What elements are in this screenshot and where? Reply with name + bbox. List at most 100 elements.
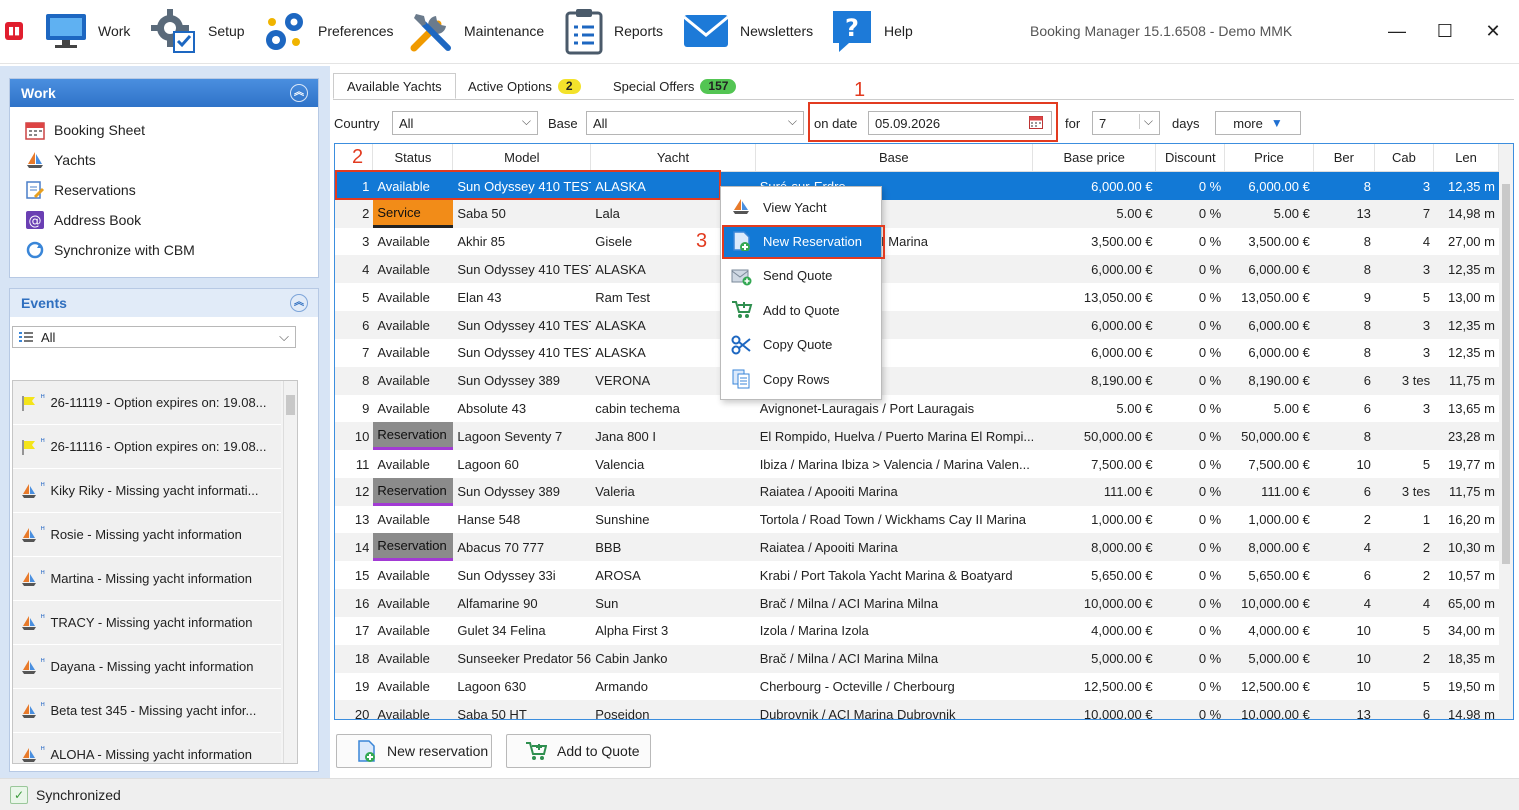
table-row[interactable]: 10 Reservation Lagoon Seventy 7 Jana 800 I E…: [335, 422, 1499, 451]
table-cell: 0 %: [1198, 539, 1222, 555]
nav-address-book[interactable]: @ Address Book: [10, 205, 318, 235]
new-reservation-button[interactable]: New reservation: [336, 734, 492, 768]
table-row[interactable]: 2ServiceSaba 50LalaMarina5.00 €0 %5.00 €…: [335, 199, 1499, 228]
event-item[interactable]: ᴴ Beta test 345 - Missing yacht infor...: [13, 689, 281, 733]
tab-active-options[interactable]: Active Options 2: [455, 73, 594, 99]
context-menu-item[interactable]: View Yacht: [723, 191, 881, 223]
table-row[interactable]: 4AvailableSun Odyssey 410 TESTALASKAGlén…: [335, 255, 1499, 284]
events-filter-select[interactable]: All ⌵: [12, 326, 296, 348]
sailboat-icon: [22, 571, 36, 586]
table-cell: 18: [354, 651, 370, 667]
table-row[interactable]: 7AvailableSun Odyssey 410 TESTALASKAr-Er…: [335, 339, 1499, 367]
context-menu-label: View Yacht: [763, 199, 827, 215]
column-header[interactable]: Yacht: [591, 144, 756, 171]
tab-available-yachts[interactable]: Available Yachts: [333, 73, 456, 99]
event-item[interactable]: ᴴ ALOHA - Missing yacht information: [13, 733, 281, 763]
more-button[interactable]: more ▼: [1215, 111, 1301, 135]
table-cell: 12,35 m: [1448, 317, 1495, 333]
event-item[interactable]: ᴴ TRACY - Missing yacht information: [13, 601, 281, 645]
context-menu-item[interactable]: Send Quote: [723, 260, 881, 292]
toolbar-maintenance-button[interactable]: Maintenance: [408, 0, 544, 62]
event-item[interactable]: ᴴ Kiky Riky - Missing yacht informati...: [13, 469, 281, 513]
table-row[interactable]: 19 Available Lagoon 630 Armando Cherbourg - …: [335, 672, 1499, 700]
table-cell: 3 tes: [1401, 373, 1431, 389]
chevron-down-icon: ⌵: [787, 114, 797, 128]
toolbar-setup-button[interactable]: Setup: [150, 0, 245, 62]
column-header[interactable]: Len: [1434, 144, 1499, 171]
nav-reservations[interactable]: Reservations: [10, 175, 318, 205]
collapse-work-button[interactable]: ︽: [290, 84, 308, 102]
table-row[interactable]: 17 Available Gulet 34 Felina Alpha First 3 I…: [335, 617, 1499, 645]
column-header[interactable]: Cab: [1375, 144, 1435, 171]
toolbar-preferences-button[interactable]: Preferences: [262, 0, 393, 62]
column-header[interactable]: Price: [1225, 144, 1314, 171]
table-cell: 4: [1422, 595, 1431, 611]
country-select[interactable]: All ⌵: [392, 111, 538, 135]
caret-down-icon: ▼: [1270, 116, 1283, 130]
event-item[interactable]: ᴴ Dayana - Missing yacht information: [13, 645, 281, 689]
envelope-icon: [683, 15, 729, 47]
nav-booking-sheet[interactable]: Booking Sheet: [10, 115, 318, 145]
nav-yachts[interactable]: Yachts: [10, 145, 318, 175]
table-row[interactable]: 13 Available Hanse 548 Sunshine Tortola / Ro…: [335, 506, 1499, 534]
work-panel-header: Work ︽: [10, 79, 318, 107]
column-header[interactable]: Base price: [1033, 144, 1157, 171]
table-cell: 12,35 m: [1448, 261, 1495, 277]
table-cell: 10,000.00 €: [1083, 706, 1153, 720]
grid-scrollbar[interactable]: [1499, 144, 1513, 719]
event-item[interactable]: ᴴ Martina - Missing yacht information: [13, 557, 281, 601]
table-row[interactable]: 6 Available Sun Odyssey 410 TEST ALASKA 6,00…: [335, 311, 1499, 339]
tab-active-options-label: Active Options: [468, 78, 552, 94]
toolbar-work-button[interactable]: Work: [44, 0, 130, 62]
base-select[interactable]: All ⌵: [586, 111, 804, 135]
table-row[interactable]: 5AvailableElan 43Ram Testlarin13,050.00 …: [335, 283, 1499, 311]
event-item[interactable]: ᴴ 26-11119 - Option expires on: 19.08...: [13, 381, 281, 425]
tab-special-offers[interactable]: Special Offers 157: [600, 73, 749, 99]
column-header[interactable]: Status: [373, 144, 454, 171]
days-select[interactable]: 7 ⌵: [1092, 111, 1160, 135]
collapse-events-button[interactable]: ︽: [290, 294, 308, 312]
copy-icon: [731, 368, 753, 390]
add-to-quote-button[interactable]: Add to Quote: [506, 734, 651, 768]
table-row[interactable]: 15 Available Sun Odyssey 33i AROSA Krabi / P…: [335, 561, 1499, 589]
minimize-button[interactable]: —: [1382, 18, 1412, 44]
table-row[interactable]: 16 Available Alfamarine 90 Sun Brač / Milna …: [335, 589, 1499, 617]
table-row[interactable]: 8 Available Sun Odyssey 389 VERONA 8,190.00 …: [335, 366, 1499, 395]
column-header[interactable]: Discount: [1156, 144, 1226, 171]
column-header[interactable]: Model: [453, 144, 592, 171]
table-cell: 10,57 m: [1448, 567, 1495, 583]
table-row[interactable]: 3AvailableAkhir 85Giselewn / Wickhams Ca…: [335, 228, 1499, 256]
toolbar-help-button[interactable]: ? Help: [830, 0, 913, 62]
context-menu-item[interactable]: Copy Rows: [723, 363, 881, 395]
context-menu-item[interactable]: Copy Quote: [723, 329, 881, 361]
toolbar-reports-button[interactable]: Reports: [564, 0, 663, 62]
table-row[interactable]: 12 Reservation Sun Odyssey 389 Valeria Raiat…: [335, 477, 1499, 506]
table-cell: 8,190.00 €: [1091, 373, 1153, 389]
annotation-box-1: [808, 102, 1058, 142]
event-item[interactable]: ᴴ Rosie - Missing yacht information: [13, 513, 281, 557]
toolbar-newsletters-button[interactable]: Newsletters: [682, 0, 813, 62]
events-scroll-thumb[interactable]: [286, 395, 295, 415]
table-cell: 13,00 m: [1448, 289, 1495, 305]
table-row[interactable]: 18 Available Sunseeker Predator 56 Cabin Ja…: [335, 644, 1499, 673]
context-menu-item[interactable]: Add to Quote: [723, 294, 881, 326]
column-header[interactable]: Base: [756, 144, 1033, 171]
nav-synchronize[interactable]: Synchronize with CBM: [10, 235, 318, 265]
table-cell: 2: [1422, 567, 1431, 583]
maximize-button[interactable]: ☐: [1430, 18, 1460, 44]
table-cell: 10,30 m: [1448, 539, 1495, 555]
event-item[interactable]: ᴴ 26-11116 - Option expires on: 19.08...: [13, 425, 281, 469]
table-row[interactable]: 14 Reservation Abacus 70 777 BBB Raiatea / A…: [335, 533, 1499, 562]
table-cell: 0 %: [1198, 678, 1222, 694]
close-button[interactable]: ✕: [1478, 18, 1508, 44]
table-cell: 14: [354, 539, 370, 555]
table-cell: 17: [354, 623, 370, 639]
table-row[interactable]: 11 Available Lagoon 60 Valencia Ibiza / Mari…: [335, 450, 1499, 478]
events-scrollbar[interactable]: [283, 381, 297, 763]
column-header[interactable]: Ber: [1314, 144, 1375, 171]
grid-scroll-thumb[interactable]: [1502, 184, 1510, 564]
table-row[interactable]: 20 Available Saba 50 HT Poseidon Dubrovnik /…: [335, 700, 1499, 720]
table-cell: Available: [377, 234, 430, 250]
table-row[interactable]: 9 Available Absolute 43 cabin techema Avigno…: [335, 394, 1499, 422]
table-cell: 0 %: [1198, 484, 1222, 500]
